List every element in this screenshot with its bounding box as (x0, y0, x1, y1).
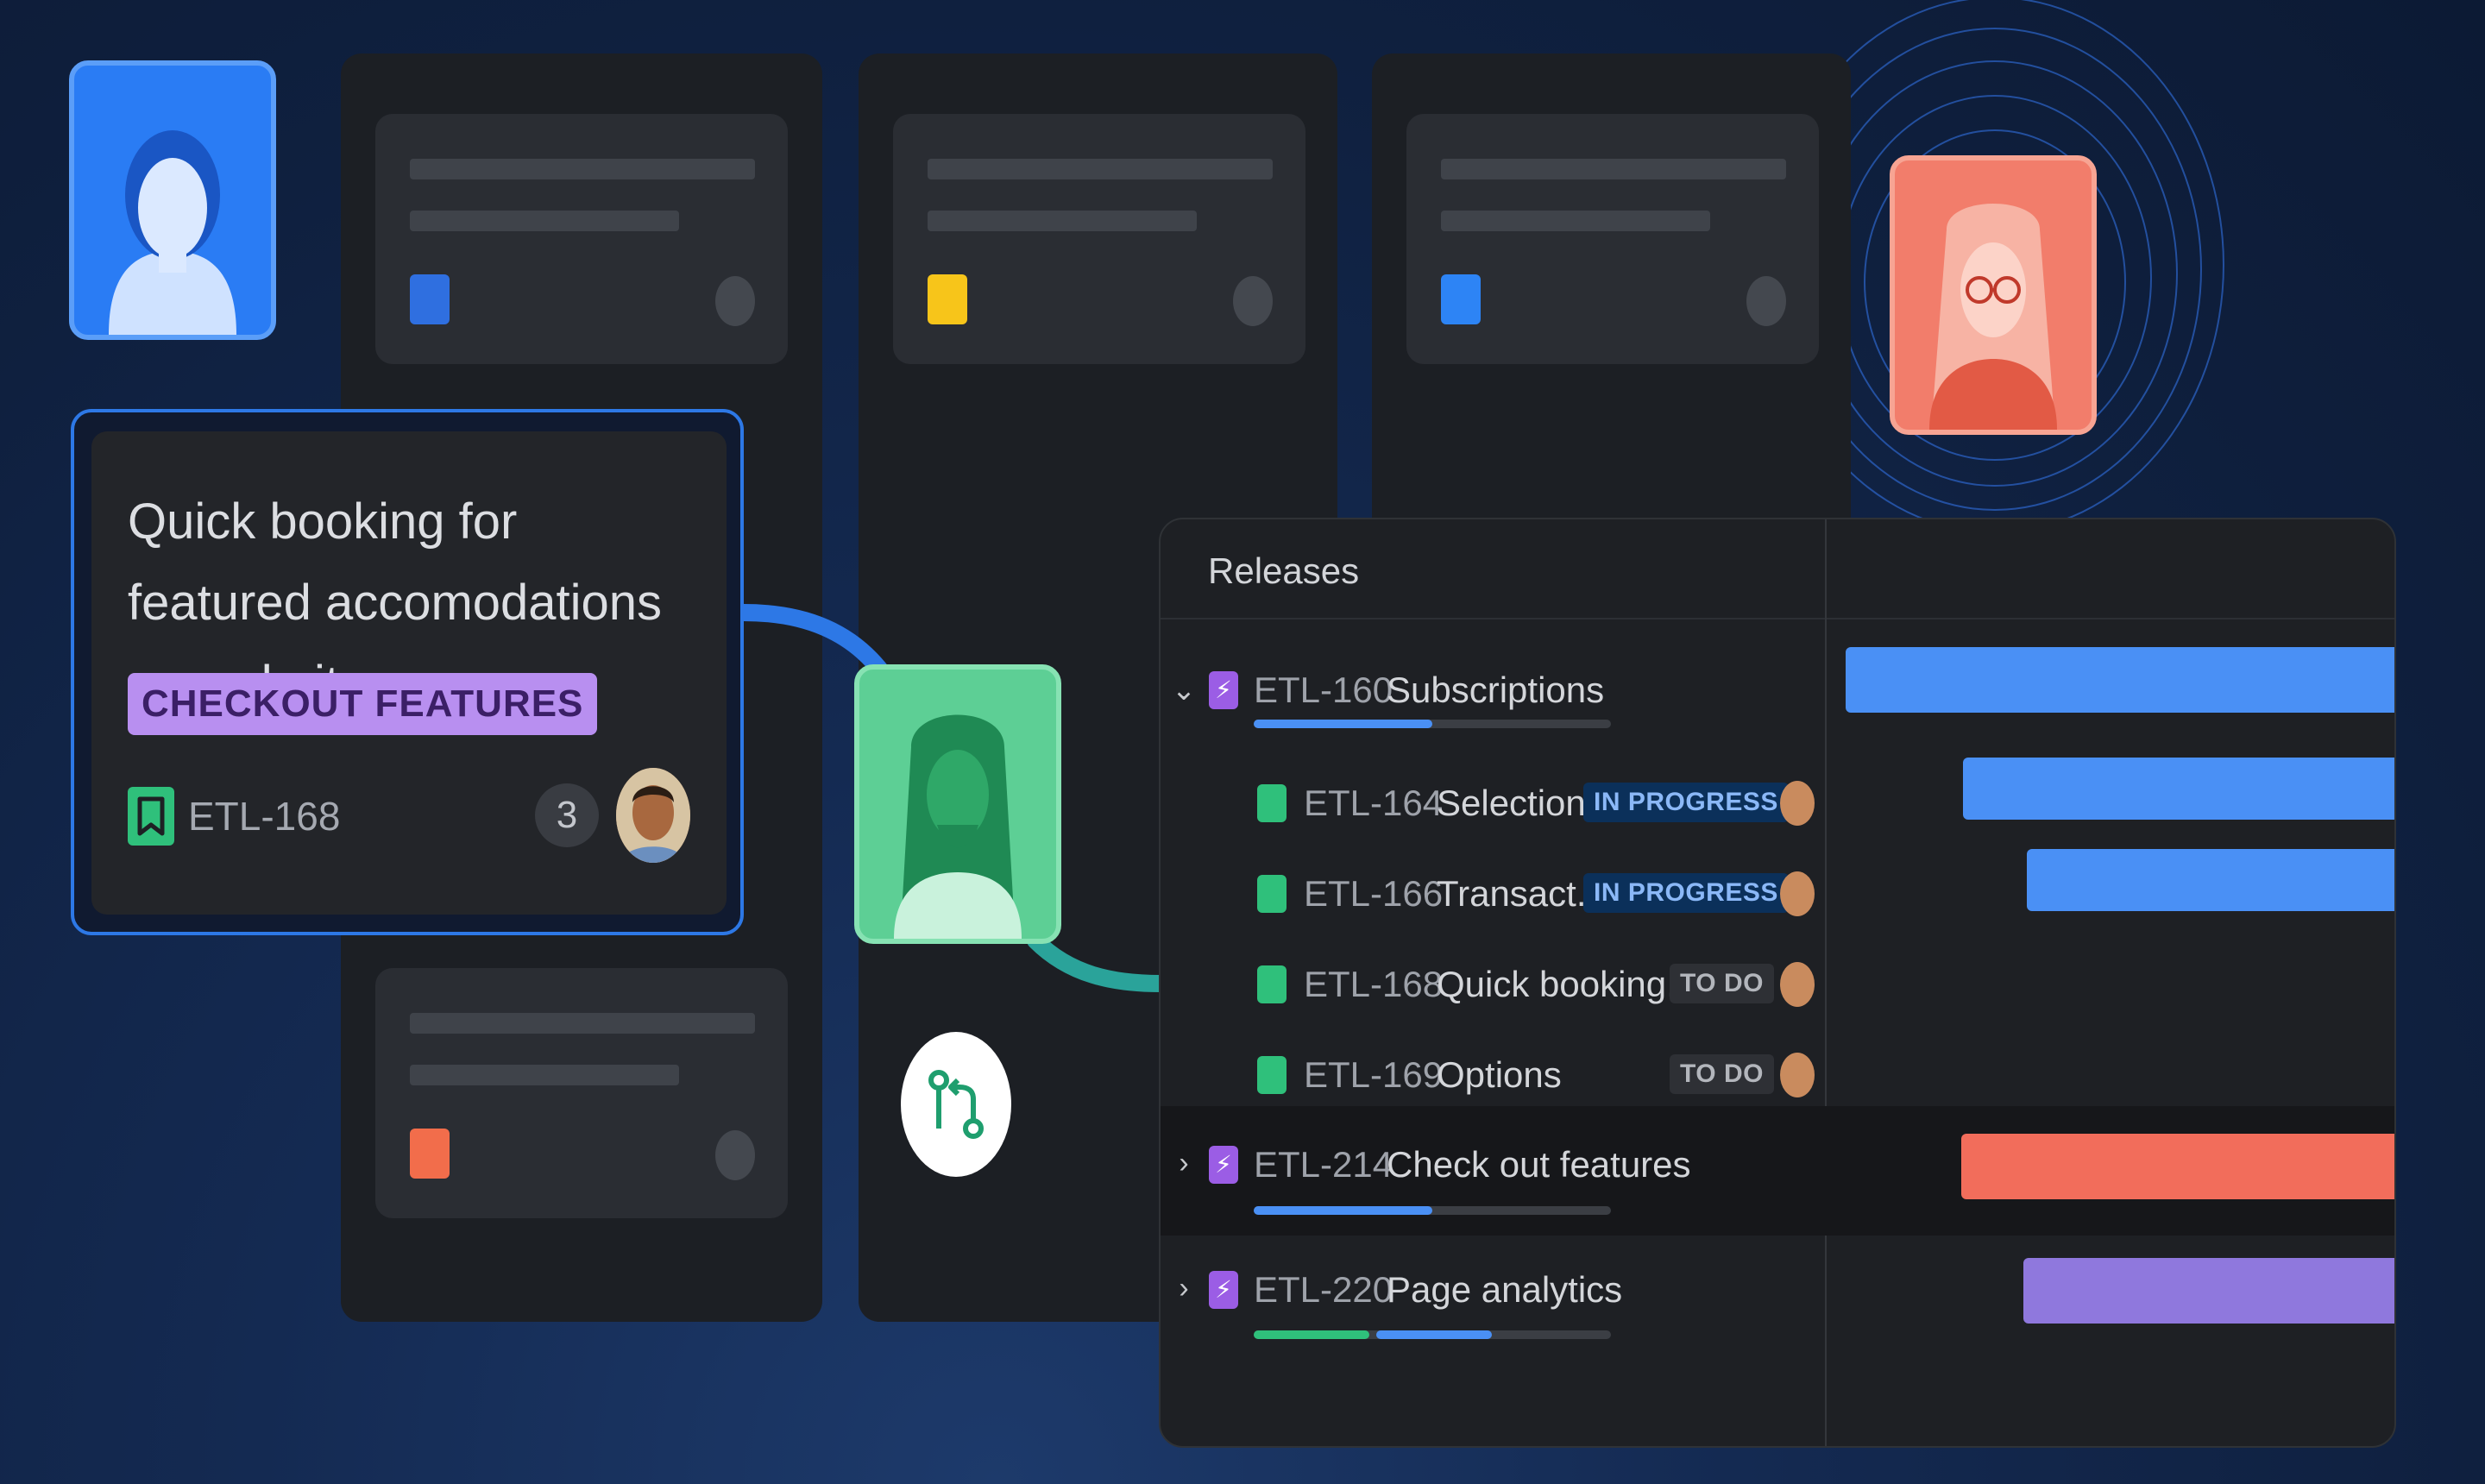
person-icon (894, 714, 1022, 939)
bookmark-icon (1257, 1056, 1287, 1094)
epic-icon: ⚡ (1209, 671, 1238, 709)
issue-name: Selection (1437, 783, 1586, 823)
assignee-avatar[interactable] (1780, 871, 1815, 916)
assignee-avatar[interactable] (1780, 781, 1815, 826)
releases-panel: Releases ⌄ ⚡ ETL-160 Subscriptions ETL-1… (1159, 518, 2396, 1448)
status-badge[interactable]: IN PROGRESS (1583, 873, 1789, 913)
release-row-story[interactable]: ETL-164 Selection IN PROGRESS (1161, 765, 1825, 843)
epic-progress-fill (1254, 720, 1432, 728)
assignee-avatar[interactable] (616, 768, 690, 863)
bookmark-icon (128, 787, 174, 846)
issue-key[interactable]: ETL-220 (1254, 1266, 1393, 1314)
story-points-badge: 3 (535, 783, 599, 847)
issue-key[interactable]: ETL-160 (1254, 666, 1393, 714)
timeline-bar[interactable] (2027, 849, 2394, 911)
bookmark-icon (1257, 875, 1287, 913)
assignee-avatar[interactable] (1780, 1053, 1815, 1097)
issue-key[interactable]: ETL-168 (188, 789, 340, 844)
timeline-bar[interactable] (1846, 647, 2394, 713)
release-row-epic[interactable]: › ⚡ ETL-214 Check out features (1161, 1132, 1825, 1210)
avatar-user-coral (1890, 155, 2097, 435)
epic-progress-fill (1254, 1206, 1432, 1215)
assignee-avatar[interactable] (1780, 962, 1815, 1007)
epic-progress-done (1254, 1330, 1369, 1339)
issue-key[interactable]: ETL-164 (1304, 779, 1443, 827)
epic-icon: ⚡ (1209, 1146, 1238, 1184)
status-badge[interactable]: TO DO (1670, 964, 1774, 1003)
release-row-story[interactable]: ETL-169 Options TO DO (1161, 1037, 1825, 1115)
release-row-story[interactable]: ETL-168 Quick booking... TO DO (1161, 946, 1825, 1024)
chevron-right-icon[interactable]: › (1171, 1146, 1197, 1180)
chevron-down-icon[interactable]: ⌄ (1171, 673, 1197, 707)
status-badge[interactable]: IN PROGRESS (1583, 783, 1789, 822)
release-row-story[interactable]: ETL-166 Transact... IN PROGRESS (1161, 856, 1825, 934)
pull-request-button[interactable] (901, 1032, 1011, 1177)
release-row-epic[interactable]: › ⚡ ETL-220 Page analytics (1161, 1257, 1825, 1335)
issue-key[interactable]: ETL-214 (1254, 1141, 1393, 1189)
timeline-bar[interactable] (2023, 1258, 2394, 1324)
git-pull-request-icon (928, 1070, 984, 1139)
person-with-glasses-icon (1929, 204, 2057, 430)
issue-name: Transact... (1437, 873, 1607, 914)
issue-name: Page analytics (1387, 1269, 1623, 1310)
releases-title: Releases (1208, 550, 1360, 591)
status-badge[interactable]: TO DO (1670, 1054, 1774, 1094)
issue-name: Check out features (1387, 1144, 1691, 1185)
issue-name: Subscriptions (1387, 670, 1605, 710)
timeline-bar[interactable] (1961, 1134, 2394, 1199)
epic-progress-in-progress (1376, 1330, 1492, 1339)
featured-issue-card[interactable]: Quick booking for featured accomodations… (91, 431, 727, 915)
issue-name: Quick booking... (1437, 964, 1697, 1004)
issue-key[interactable]: ETL-169 (1304, 1051, 1443, 1099)
person-icon (109, 130, 236, 335)
chevron-right-icon[interactable]: › (1171, 1271, 1197, 1305)
avatar-user-blue (69, 60, 276, 340)
bookmark-icon (1257, 784, 1287, 822)
avatar-user-green (854, 664, 1061, 944)
issue-name: Options (1437, 1054, 1562, 1095)
issue-key[interactable]: ETL-166 (1304, 870, 1443, 918)
issue-key[interactable]: ETL-168 (1304, 960, 1443, 1009)
epic-icon: ⚡ (1209, 1271, 1238, 1309)
bookmark-icon (1257, 965, 1287, 1003)
timeline-divider (1825, 519, 1827, 1446)
timeline-bar[interactable] (1963, 758, 2394, 820)
epic-label-badge[interactable]: CHECKOUT FEATURES (128, 673, 598, 735)
